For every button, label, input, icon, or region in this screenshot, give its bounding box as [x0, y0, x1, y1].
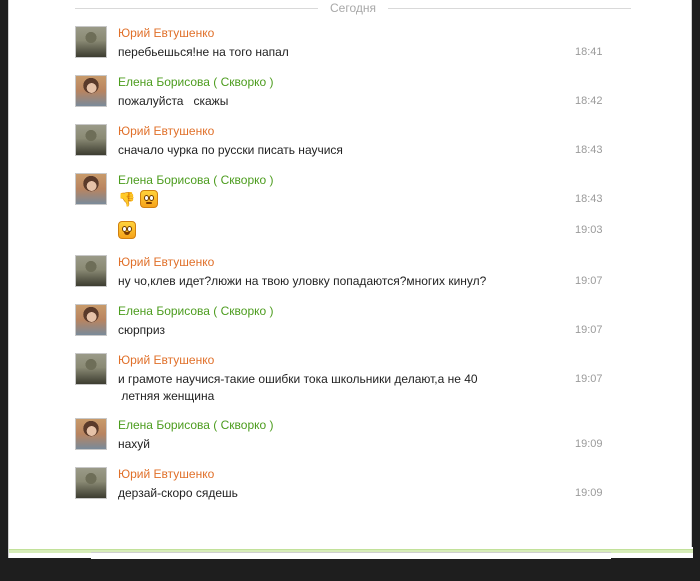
message-author[interactable]: Юрий Евтушенко — [118, 467, 214, 481]
avatar[interactable] — [75, 418, 107, 450]
avatar[interactable] — [75, 255, 107, 287]
input-area-top-edge — [9, 547, 693, 559]
message-time: 19:09 — [575, 487, 603, 499]
input-area[interactable] — [91, 552, 611, 559]
smile-face-emoji — [118, 221, 136, 239]
message-text: нахуй — [118, 437, 151, 451]
avatar[interactable] — [75, 173, 107, 205]
message-text: сначало чурка по русски писать научися — [118, 143, 343, 157]
message-time: 18:43 — [575, 144, 603, 156]
message-time: 19:03 — [575, 224, 603, 236]
message-text: перебьешься!не на того напал — [118, 45, 289, 59]
avatar[interactable] — [75, 124, 107, 156]
message-time: 18:43 — [575, 193, 603, 205]
message-time: 19:07 — [575, 275, 603, 287]
message-text: пожалуйста скажы — [118, 94, 229, 108]
chat-window: Сегодня Юрий Евтушенко перебьешься!не на… — [8, 0, 693, 559]
sad-face-emoji — [140, 190, 158, 208]
avatar[interactable] — [75, 75, 107, 107]
message-emoji-row: 👎 — [118, 190, 158, 210]
message-author[interactable]: Юрий Евтушенко — [118, 26, 214, 40]
avatar[interactable] — [75, 353, 107, 385]
day-label: Сегодня — [330, 1, 376, 15]
thumbs-down-icon: 👎 — [118, 190, 136, 208]
message-time: 18:41 — [575, 46, 603, 58]
avatar[interactable] — [75, 467, 107, 499]
avatar[interactable] — [75, 26, 107, 58]
message-time: 19:07 — [575, 324, 603, 336]
message-author[interactable]: Елена Борисова ( Скворко ) — [118, 304, 274, 318]
message-author[interactable]: Юрий Евтушенко — [118, 124, 214, 138]
day-divider: Сегодня — [75, 0, 631, 16]
message-text: ну чо,клев идет?люжи на твою уловку попа… — [118, 274, 487, 288]
message-time: 18:42 — [575, 95, 603, 107]
message-text: сюрприз — [118, 323, 166, 337]
message-author[interactable]: Юрий Евтушенко — [118, 353, 214, 367]
message-emoji-row — [118, 221, 136, 241]
message-author[interactable]: Елена Борисова ( Скворко ) — [118, 173, 274, 187]
avatar[interactable] — [75, 304, 107, 336]
message-text: дерзай-скоро сядешь — [118, 486, 238, 500]
message-author[interactable]: Елена Борисова ( Скворко ) — [118, 75, 274, 89]
message-time: 19:07 — [575, 373, 603, 385]
message-time: 19:09 — [575, 438, 603, 450]
message-text: и грамоте научися-такие ошибки тока школ… — [118, 372, 478, 403]
message-author[interactable]: Елена Борисова ( Скворко ) — [118, 418, 274, 432]
message-author[interactable]: Юрий Евтушенко — [118, 255, 214, 269]
